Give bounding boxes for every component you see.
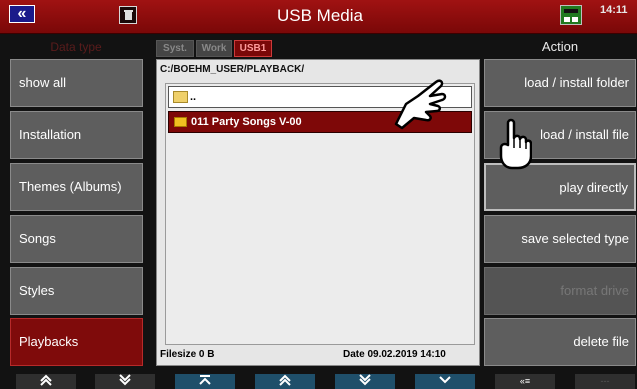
folder-open-icon [173, 91, 188, 103]
back-button[interactable]: « [9, 5, 35, 23]
filesize-label: Filesize 0 B [160, 349, 215, 360]
collapse-list-icon[interactable]: «≡ [495, 374, 555, 389]
data-type-songs[interactable]: Songs [10, 215, 143, 263]
action-header: Action [541, 39, 579, 54]
double-chevron-down-icon[interactable] [95, 374, 155, 389]
tab-syst[interactable]: Syst. [156, 40, 194, 57]
data-type-themes[interactable]: Themes (Albums) [10, 163, 143, 211]
date-label: Date 09.02.2019 14:10 [343, 349, 446, 360]
data-type-playbacks[interactable]: Playbacks [10, 318, 143, 366]
double-chevron-down-icon[interactable] [335, 374, 395, 389]
load-install-folder-button[interactable]: load / install folder [484, 59, 636, 107]
top-bar: « USB Media 14:11 [0, 0, 637, 34]
hand-pointer-icon [499, 118, 532, 170]
folder-icon [174, 117, 187, 127]
double-chevron-up-icon[interactable] [16, 374, 76, 389]
empty-icon: --- [575, 374, 635, 389]
play-directly-button[interactable]: play directly [484, 163, 636, 211]
chevron-down-icon[interactable] [415, 374, 475, 389]
double-chevron-up-icon[interactable] [255, 374, 315, 389]
format-drive-button[interactable]: format drive [484, 267, 636, 315]
delete-file-button[interactable]: delete file [484, 318, 636, 366]
data-type-installation[interactable]: Installation [10, 111, 143, 159]
current-path: C:/BOEHM_USER/PLAYBACK/ [160, 64, 305, 75]
data-type-show-all[interactable]: show all [10, 59, 143, 107]
data-type-header: Data type [50, 40, 102, 54]
usb-media-screen: « USB Media 14:11 Data type Syst. Work U… [0, 0, 637, 389]
tab-usb1[interactable]: USB1 [234, 40, 272, 57]
trash-button[interactable] [119, 6, 137, 24]
network-icon [560, 5, 582, 25]
tab-work[interactable]: Work [196, 40, 232, 57]
hand-pointer-icon [394, 79, 447, 130]
save-selected-type-button[interactable]: save selected type [484, 215, 636, 263]
chevrons-left-icon: « [17, 5, 27, 22]
jump-top-icon[interactable] [175, 374, 235, 389]
page-title: USB Media [277, 6, 363, 25]
data-type-styles[interactable]: Styles [10, 267, 143, 315]
clock: 14:11 [600, 4, 628, 16]
